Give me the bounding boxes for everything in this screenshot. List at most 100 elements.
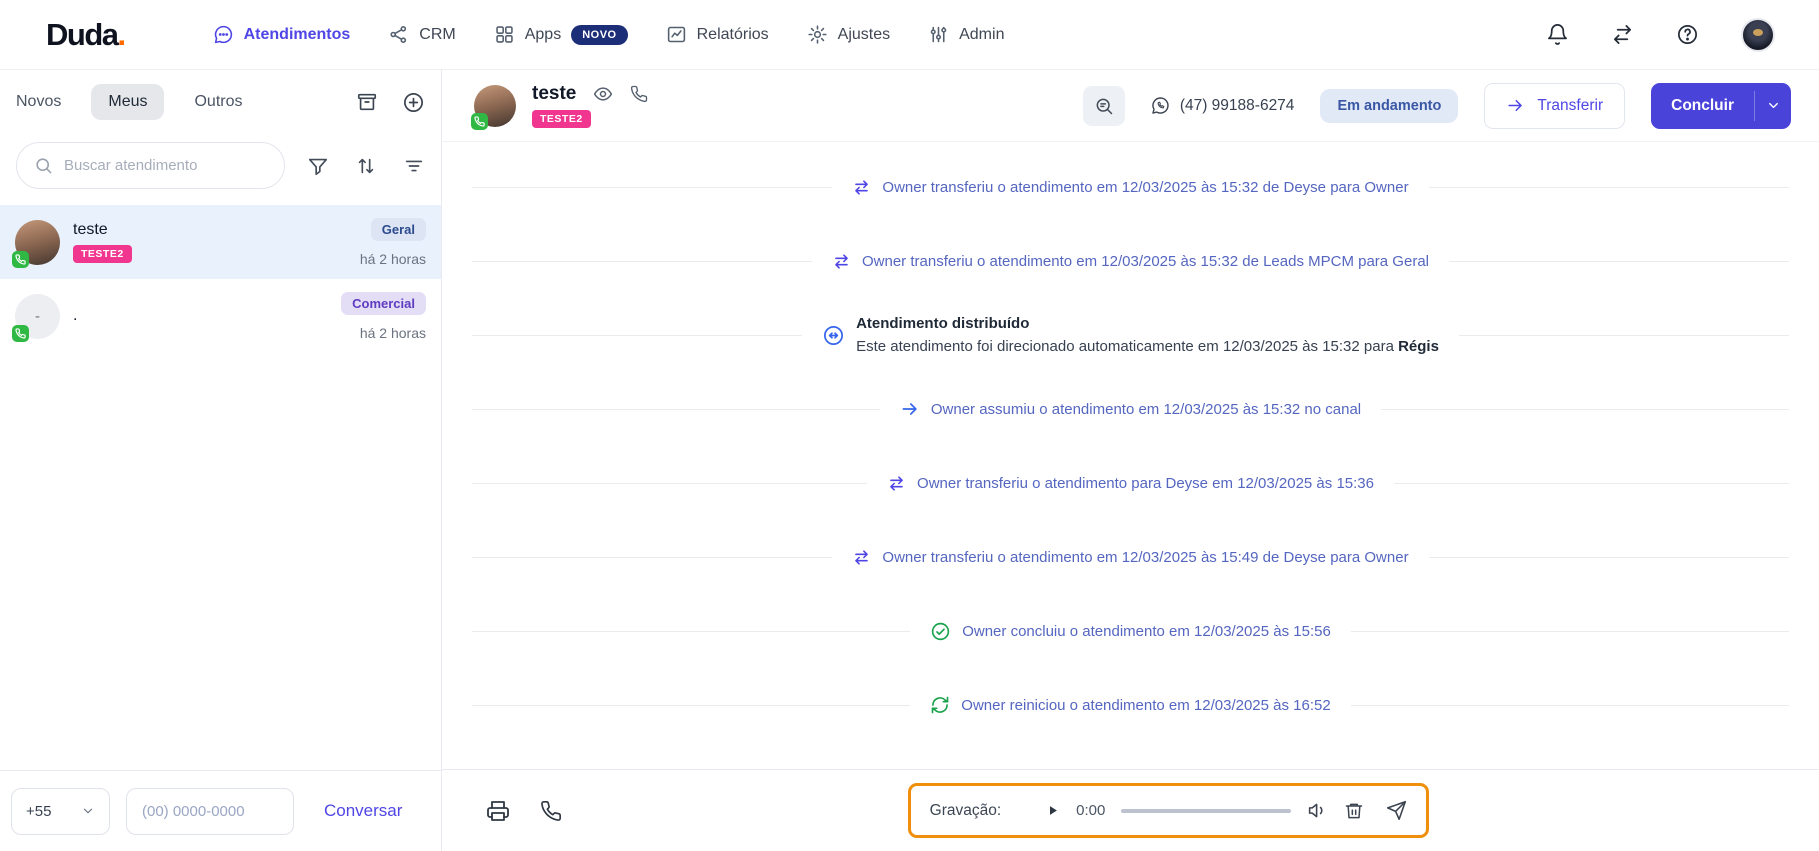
brand-logo[interactable]: Duda. <box>46 17 125 53</box>
sort-arrows-icon[interactable] <box>355 155 377 177</box>
sidebar-tabs: Novos Meus Outros <box>0 70 441 134</box>
conversation-name: teste <box>73 221 132 239</box>
trash-icon[interactable] <box>1344 801 1364 821</box>
chat-header-actions: (47) 99188-6274 Em andamento Transferir … <box>1083 83 1791 129</box>
conversation-time: há 2 horas <box>360 251 426 267</box>
event-text: Owner reiniciou o atendimento em 12/03/2… <box>961 697 1330 714</box>
search-icon <box>34 156 53 175</box>
chat-header: teste TESTE2 <box>442 70 1819 142</box>
nav-item-relatorios[interactable]: Relatórios <box>666 24 769 45</box>
conversation-search-button[interactable] <box>1083 86 1125 126</box>
send-icon[interactable] <box>1386 800 1407 821</box>
contact-avatar <box>474 85 516 127</box>
event-divider <box>472 335 802 336</box>
printer-icon[interactable] <box>486 799 510 823</box>
check-circle-icon <box>930 621 951 642</box>
main-nav: Atendimentos CRM Apps NOVO Relatórios <box>213 24 1005 45</box>
filter-lines-icon[interactable] <box>403 155 425 177</box>
sidebar-tab-actions <box>356 91 425 114</box>
search-box[interactable] <box>16 142 285 189</box>
transfer-label: Transferir <box>1537 97 1603 115</box>
event-divider <box>1351 631 1789 632</box>
whatsapp-badge-icon <box>12 325 29 342</box>
conversation-meta: Geral há 2 horas <box>360 218 426 267</box>
conversation-list: teste TESTE2 Geral há 2 horas - . <box>0 205 441 770</box>
conversation-item[interactable]: teste TESTE2 Geral há 2 horas <box>0 205 441 279</box>
plus-circle-icon[interactable] <box>402 91 425 114</box>
bell-icon[interactable] <box>1546 23 1569 46</box>
queue-badge: Comercial <box>341 292 426 315</box>
transfer-button[interactable]: Transferir <box>1484 83 1625 129</box>
event-divider <box>1459 335 1789 336</box>
tab-novos[interactable]: Novos <box>16 93 61 111</box>
eye-icon[interactable] <box>593 84 613 104</box>
chat-panel: teste TESTE2 <box>442 70 1819 851</box>
phone-number-input[interactable] <box>126 788 294 835</box>
nav-item-atendimentos[interactable]: Atendimentos <box>213 24 351 45</box>
arrow-right-icon <box>900 399 920 419</box>
country-code-select[interactable]: +55 <box>11 788 110 835</box>
brand-dot: . <box>118 17 125 52</box>
avatar-initial: - <box>35 308 40 325</box>
conversation-item[interactable]: - . Comercial há 2 horas <box>0 279 441 353</box>
chevron-down-icon <box>81 804 95 818</box>
search-input[interactable] <box>64 157 267 174</box>
tab-outros[interactable]: Outros <box>194 93 242 111</box>
navbar-actions <box>1546 18 1775 52</box>
nav-label: Ajustes <box>838 26 890 44</box>
reports-chart-icon <box>666 24 687 45</box>
sliders-icon <box>928 24 949 45</box>
list-filter-actions <box>307 155 425 177</box>
play-button[interactable] <box>1045 803 1060 818</box>
volume-icon[interactable] <box>1307 800 1328 821</box>
sidebar-search-row <box>0 134 441 205</box>
event-text: Owner transferiu o atendimento em 12/03/… <box>882 179 1408 196</box>
conversation-tag: TESTE2 <box>73 245 132 263</box>
event-divider <box>472 409 880 410</box>
whatsapp-icon <box>1151 96 1170 115</box>
system-event: Owner transferiu o atendimento em 12/03/… <box>472 224 1789 298</box>
transfer-arrows-icon <box>852 548 871 567</box>
nav-label: CRM <box>419 26 455 44</box>
phone-icon[interactable] <box>630 85 648 103</box>
start-conversation-button[interactable]: Conversar <box>324 801 402 821</box>
composer-actions <box>486 799 562 823</box>
help-icon[interactable] <box>1676 23 1699 46</box>
nav-item-apps[interactable]: Apps NOVO <box>494 24 628 45</box>
contact-name: teste <box>532 83 576 105</box>
swap-arrows-icon[interactable] <box>1611 23 1634 46</box>
conclude-button[interactable]: Concluir <box>1651 83 1791 129</box>
event-divider <box>472 557 832 558</box>
recording-player-highlighted: Gravação: 0:00 <box>908 783 1430 838</box>
queue-badge: Geral <box>371 218 426 241</box>
archive-icon[interactable] <box>356 91 378 113</box>
nav-label: Apps <box>525 26 561 44</box>
event-divider <box>472 187 832 188</box>
conversation-name: . <box>73 307 77 325</box>
nav-item-ajustes[interactable]: Ajustes <box>807 24 890 45</box>
transfer-arrows-icon <box>852 178 871 197</box>
user-avatar[interactable] <box>1741 18 1775 52</box>
phone-icon[interactable] <box>540 800 562 822</box>
gear-icon <box>807 24 828 45</box>
chat-bubble-icon <box>213 24 234 45</box>
nav-label: Relatórios <box>697 26 769 44</box>
event-divider <box>1351 705 1789 706</box>
nav-item-admin[interactable]: Admin <box>928 24 1004 45</box>
nav-item-crm[interactable]: CRM <box>388 24 455 45</box>
event-text: Este atendimento foi direcionado automat… <box>856 338 1394 355</box>
chevron-down-icon[interactable] <box>1755 83 1791 129</box>
phone-number: (47) 99188-6274 <box>1180 97 1295 115</box>
event-text: Owner transferiu o atendimento em 12/03/… <box>862 253 1429 270</box>
system-event: Owner transferiu o atendimento para Deys… <box>472 446 1789 520</box>
conversation-time: há 2 horas <box>360 325 426 341</box>
top-navbar: Duda. Atendimentos CRM Apps NOVO Relató <box>0 0 1819 70</box>
funnel-icon[interactable] <box>307 155 329 177</box>
tab-meus[interactable]: Meus <box>91 84 164 120</box>
system-event: Owner transferiu o atendimento em 12/03/… <box>472 150 1789 224</box>
audio-progress-slider[interactable] <box>1121 809 1291 813</box>
event-divider <box>1449 261 1789 262</box>
conclude-label: Concluir <box>1651 83 1754 129</box>
status-badge: Em andamento <box>1320 89 1458 123</box>
system-event: Owner concluiu o atendimento em 12/03/20… <box>472 594 1789 668</box>
